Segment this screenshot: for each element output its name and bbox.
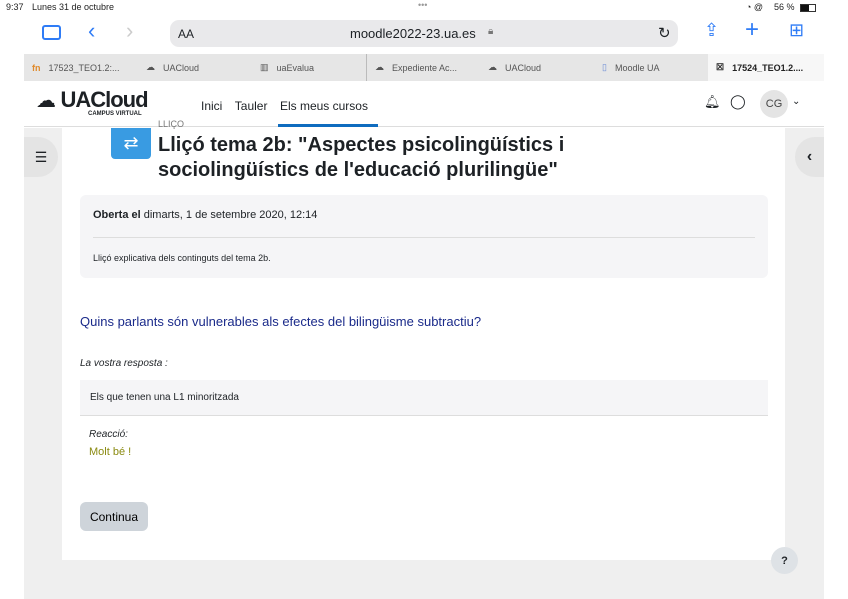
tab-label: Moodle UA — [614, 62, 660, 73]
uacloud-logo[interactable]: ☁ UACloud CAMPUS VIRTUAL — [36, 87, 149, 117]
text-size-button[interactable]: AA — [178, 27, 194, 41]
cloud-logo-icon: ☁ — [36, 90, 56, 112]
tab-label: uaEvalua — [276, 62, 315, 73]
opened-value: dimarts, 1 de setembre 2020, 12:14 — [143, 209, 318, 221]
feedback-label: Reacció: — [89, 429, 128, 440]
tab-favicon-icon: ☒ — [716, 62, 725, 72]
battery-icon — [800, 4, 816, 12]
status-date: Lunes 31 de octubre — [32, 2, 115, 12]
tab-label: 17524_TEO1.2.... — [732, 62, 804, 73]
chevron-down-icon[interactable]: ⌄ — [792, 96, 800, 107]
tab-7-active[interactable]: ☒ 17524_TEO1.2.... — [708, 54, 824, 81]
multitask-dots[interactable]: ••• — [418, 0, 427, 10]
cloud-icon: ☁ — [488, 62, 497, 72]
logo-text: UACloud — [60, 87, 148, 112]
main-nav: Inici Tauler Els meus cursos — [201, 97, 376, 115]
document-icon: ▯ — [602, 62, 607, 72]
nav-inici[interactable]: Inici — [201, 99, 222, 113]
tab-4[interactable]: ☁ Expediente Ac... — [366, 54, 478, 81]
tab-label: Expediente Ac... — [392, 62, 458, 73]
messages-icon[interactable]: ◯ — [730, 93, 746, 110]
share-icon[interactable]: ⇪ — [704, 20, 719, 41]
back-icon[interactable]: ‹ — [88, 18, 95, 44]
wifi-icon: ◔ @ — [746, 2, 764, 12]
active-nav-indicator — [278, 124, 378, 127]
sidebar-icon[interactable] — [42, 25, 61, 40]
tab-favicon-icon: fn — [32, 62, 41, 73]
tab-label: 17523_TEO1.2:... — [48, 62, 120, 73]
forward-icon[interactable]: › — [126, 18, 133, 44]
tab-1[interactable]: fn 17523_TEO1.2:... — [24, 54, 136, 81]
tab-2[interactable]: ☁ UACloud — [138, 54, 250, 81]
avatar[interactable]: CG — [760, 90, 788, 118]
main-card — [62, 128, 785, 560]
url-text[interactable]: moodle2022-23.ua.es — [350, 26, 476, 41]
tab-bar: fn 17523_TEO1.2:... ☁ UACloud ▥ uaEvalua ☁ E… — [24, 54, 824, 81]
help-button[interactable]: ? — [771, 547, 798, 574]
site-header: ☁ UACloud CAMPUS VIRTUAL Inici Tauler El… — [24, 81, 824, 127]
nav-tauler[interactable]: Tauler — [235, 99, 268, 113]
question-text: Quins parlants són vulnerables als efect… — [80, 314, 482, 329]
status-bar: 9:37 Lunes 31 de octubre ••• ◔ @ 56 % — [0, 0, 848, 16]
continue-button[interactable]: Continua — [80, 502, 148, 531]
list-icon: ☰ — [34, 148, 48, 165]
tab-label: UACloud — [505, 62, 542, 73]
address-bar[interactable]: AA moodle2022-23.ua.es 🔒︎ ↻ — [170, 20, 678, 47]
tab-5[interactable]: ☁ UACloud — [480, 54, 592, 81]
user-answer: Els que tenen una L1 minoritzada — [80, 380, 768, 416]
battery-level: 56 % — [774, 2, 795, 12]
tab-3[interactable]: ▥ uaEvalua — [252, 54, 364, 81]
logo-subtitle: CAMPUS VIRTUAL — [88, 111, 142, 117]
opened-date: Oberta el dimarts, 1 de setembre 2020, 1… — [93, 209, 317, 221]
chevron-left-icon: ‹ — [806, 148, 813, 165]
lock-icon: 🔒︎ — [488, 26, 494, 37]
page-title: Lliçó tema 2b: "Aspectes psicolingüístic… — [158, 134, 565, 181]
divider — [93, 237, 755, 238]
answer-label: La vostra resposta : — [80, 358, 168, 369]
reload-icon[interactable]: ↻ — [658, 24, 671, 42]
cloud-icon: ☁ — [375, 62, 384, 72]
feedback-text: Molt bé ! — [89, 446, 132, 458]
status-time: 9:37 — [6, 2, 24, 12]
nav-els-meus-cursos[interactable]: Els meus cursos — [280, 99, 368, 113]
browser-toolbar: ‹ › AA moodle2022-23.ua.es 🔒︎ ↻ ⇪ + ⊞ — [0, 16, 848, 50]
tab-overview-icon[interactable]: ⊞ — [789, 20, 804, 41]
cloud-icon: ☁ — [146, 62, 155, 72]
new-tab-icon[interactable]: + — [745, 16, 759, 44]
tab-label: UACloud — [163, 62, 200, 73]
lesson-description: Lliçó explicativa dels continguts del te… — [93, 253, 271, 263]
lesson-icon: ⇄ — [111, 128, 151, 159]
notification-bell-icon[interactable]: 🔔︎ — [704, 94, 721, 110]
tab-6[interactable]: ▯ Moodle UA — [594, 54, 706, 81]
activity-dates: Oberta el dimarts, 1 de setembre 2020, 1… — [80, 195, 768, 278]
activity-kicker: LLIÇÓ — [158, 120, 185, 129]
uaevalua-icon: ▥ — [260, 62, 269, 72]
opened-label: Oberta el — [93, 209, 141, 221]
